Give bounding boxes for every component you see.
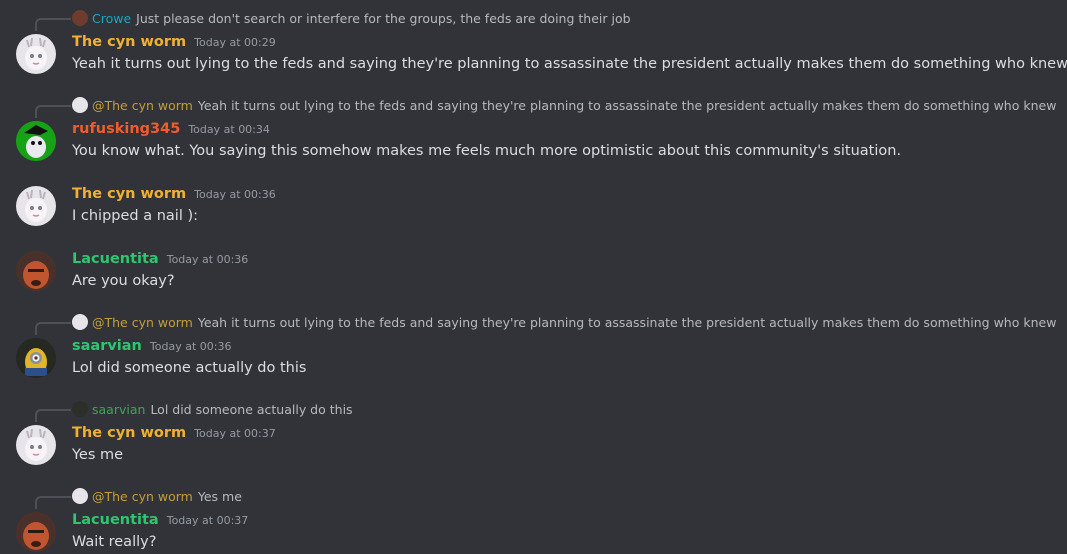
timestamp[interactable]: Today at 00:36	[194, 188, 276, 201]
message-header: Lacuentita Today at 00:37	[72, 512, 248, 528]
reply-preview[interactable]: Crowe Just please don't search or interf…	[72, 10, 631, 26]
avatar[interactable]	[16, 425, 56, 465]
message-text: Yeah it turns out lying to the feds and …	[72, 56, 1067, 72]
deer-avatar-icon	[25, 37, 47, 70]
username[interactable]: The cyn worm	[72, 34, 186, 50]
reply-text[interactable]: Lol did someone actually do this	[150, 402, 352, 417]
reply-author[interactable]: Crowe	[92, 11, 131, 26]
reply-avatar	[72, 10, 88, 26]
message-header: rufusking345 Today at 00:34	[72, 121, 270, 137]
reply-text[interactable]: Yeah it turns out lying to the feds and …	[198, 315, 1057, 330]
avatar[interactable]	[16, 121, 56, 161]
message-header: Lacuentita Today at 00:36	[72, 251, 248, 267]
deer-avatar-icon	[25, 428, 47, 461]
username[interactable]: rufusking345	[72, 121, 180, 137]
username[interactable]: The cyn worm	[72, 186, 186, 202]
message-text: I chipped a nail ):	[72, 208, 198, 224]
reply-text[interactable]: Yes me	[198, 489, 242, 504]
minion-avatar-icon	[16, 338, 56, 378]
timestamp[interactable]: Today at 00:36	[167, 253, 249, 266]
timestamp[interactable]: Today at 00:36	[150, 340, 232, 353]
reply-preview[interactable]: @The cyn worm Yes me	[72, 488, 242, 504]
message-text: Lol did someone actually do this	[72, 360, 307, 376]
message-text: You know what. You saying this somehow m…	[72, 143, 902, 159]
avatar[interactable]	[16, 338, 56, 378]
reply-avatar	[72, 314, 88, 330]
deer-avatar-icon	[25, 189, 47, 222]
timestamp[interactable]: Today at 00:29	[194, 36, 276, 49]
bird-avatar-icon	[16, 121, 56, 161]
username[interactable]: The cyn worm	[72, 425, 186, 441]
chat-message-list: Crowe Just please don't search or interf…	[0, 0, 1067, 554]
message-text: Yes me	[72, 447, 124, 463]
message-header: saarvian Today at 00:36	[72, 338, 231, 354]
message-header: The cyn worm Today at 00:29	[72, 34, 276, 50]
avatar[interactable]	[16, 186, 56, 226]
reply-avatar	[72, 488, 88, 504]
reply-avatar	[72, 97, 88, 113]
username[interactable]: Lacuentita	[72, 512, 159, 528]
reply-spine	[35, 322, 71, 335]
message-text: Wait really?	[72, 534, 157, 550]
reply-mention[interactable]: @The cyn worm	[92, 489, 193, 504]
heavy-face-avatar-icon	[16, 251, 56, 291]
reply-spine	[35, 105, 71, 118]
timestamp[interactable]: Today at 00:37	[194, 427, 276, 440]
reply-author[interactable]: saarvian	[92, 402, 145, 417]
message-header: The cyn worm Today at 00:37	[72, 425, 276, 441]
reply-preview[interactable]: saarvian Lol did someone actually do thi…	[72, 401, 353, 417]
avatar[interactable]	[16, 251, 56, 291]
heavy-face-avatar-icon	[16, 512, 56, 552]
message-text: Are you okay?	[72, 273, 175, 289]
timestamp[interactable]: Today at 00:37	[167, 514, 249, 527]
reply-spine	[35, 409, 71, 422]
avatar[interactable]	[16, 512, 56, 552]
message-header: The cyn worm Today at 00:36	[72, 186, 276, 202]
reply-preview[interactable]: @The cyn worm Yeah it turns out lying to…	[72, 97, 1056, 113]
reply-spine	[35, 18, 71, 31]
username[interactable]: Lacuentita	[72, 251, 159, 267]
reply-spine	[35, 496, 71, 509]
reply-preview[interactable]: @The cyn worm Yeah it turns out lying to…	[72, 314, 1056, 330]
reply-mention[interactable]: @The cyn worm	[92, 315, 193, 330]
reply-text[interactable]: Just please don't search or interfere fo…	[136, 11, 630, 26]
reply-avatar	[72, 401, 88, 417]
username[interactable]: saarvian	[72, 338, 142, 354]
avatar[interactable]	[16, 34, 56, 74]
reply-mention[interactable]: @The cyn worm	[92, 98, 193, 113]
reply-text[interactable]: Yeah it turns out lying to the feds and …	[198, 98, 1057, 113]
timestamp[interactable]: Today at 00:34	[188, 123, 270, 136]
